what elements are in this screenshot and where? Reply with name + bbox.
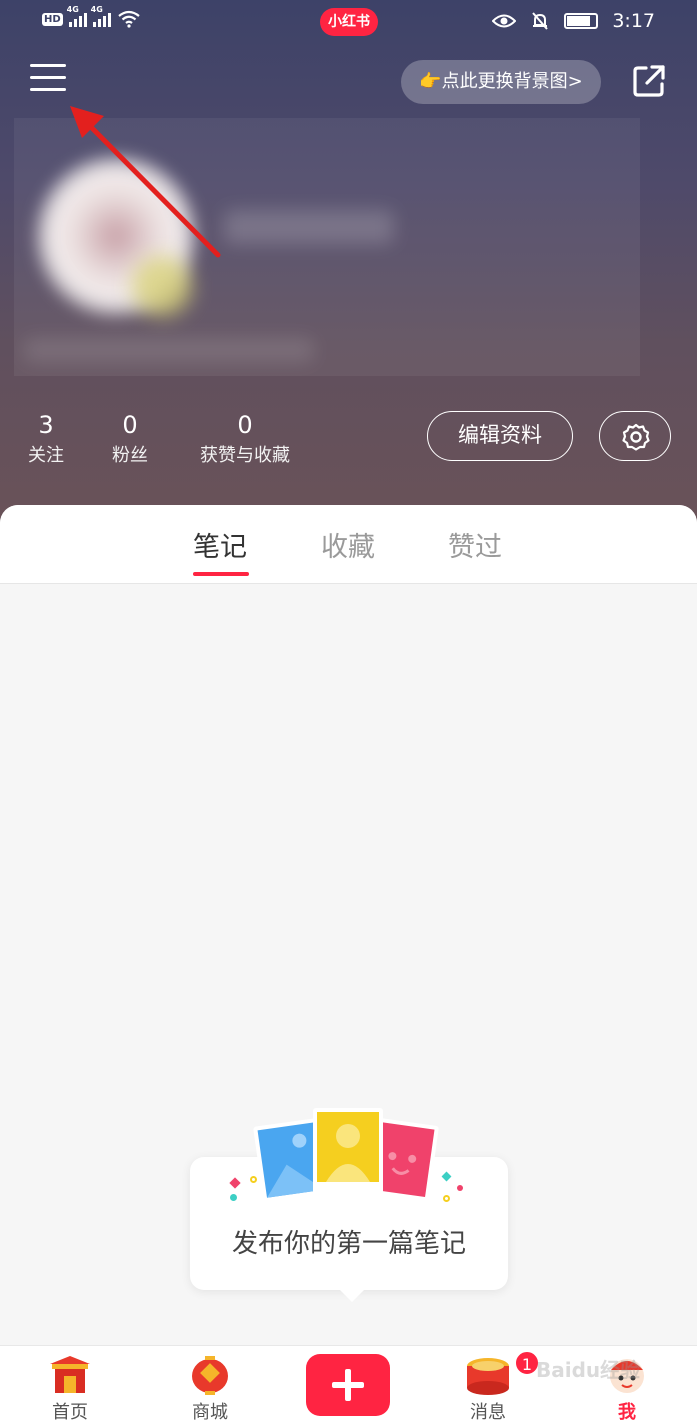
profile-header: HD 4G 4G 小红书 3:17 👉点此更换背景图> 3 关注 0 粉丝 0 … [0,0,697,530]
signal-icon-2: 4G [91,5,111,27]
nav-mall[interactable]: 商城 [160,1346,260,1424]
edit-profile-button[interactable]: 编辑资料 [427,411,573,461]
change-background-button[interactable]: 👉点此更换背景图> [401,60,601,104]
stat-likes-collects[interactable]: 0 获赞与收藏 [196,408,294,470]
status-bar: HD 4G 4G 小红书 3:17 [0,0,697,44]
nav-me-label: 我 [618,1402,636,1423]
temple-gate-icon [50,1356,90,1393]
confetti-icon [230,1194,237,1201]
photo-cards-illustration-icon [253,1108,439,1206]
avatar-badge [132,256,192,316]
settings-button[interactable] [599,411,671,461]
username-blurred [224,210,394,244]
bio-blurred [24,338,314,362]
status-right: 3:17 [492,10,655,32]
wifi-icon [117,10,140,28]
bell-muted-icon [532,12,549,30]
drum-icon [467,1358,509,1395]
empty-state-text: 发布你的第一篇笔记 [231,1229,466,1259]
app-indicator: 小红书 [320,8,378,36]
nav-home-label: 首页 [52,1402,88,1423]
bottom-navigation: 首页 商城 消息 1 我 Baidu经验 [0,1345,697,1424]
tab-bar: 笔记 收藏 赞过 [0,505,697,584]
nav-mall-label: 商城 [192,1402,228,1423]
confetti-icon [457,1185,463,1191]
tab-liked[interactable]: 赞过 [448,525,502,564]
nav-home[interactable]: 首页 [20,1346,120,1424]
status-left: HD 4G 4G [42,5,141,28]
network-type: 4G [66,5,79,14]
confetti-icon [443,1195,450,1202]
followers-count: 0 [122,411,138,439]
nav-messages-label: 消息 [470,1402,506,1423]
followers-label: 粉丝 [112,445,148,466]
active-tab-indicator [193,572,249,576]
likes-label: 获赞与收藏 [200,445,290,466]
menu-icon[interactable] [30,64,66,98]
publish-plus-button[interactable] [306,1354,390,1416]
gear-icon [622,423,650,451]
lantern-icon [192,1356,228,1395]
following-label: 关注 [28,445,64,466]
notes-panel: 笔记 收藏 赞过 发布你的第一篇笔记 [0,505,697,1345]
network-type-2: 4G [90,5,103,14]
tab-collections[interactable]: 收藏 [321,525,375,564]
blurred-profile-info [14,118,640,376]
confetti-icon [250,1176,257,1183]
eye-icon [492,14,517,28]
watermark-text: Baidu经验 [536,1358,641,1382]
stat-following[interactable]: 3 关注 [26,408,66,470]
tab-notes[interactable]: 笔记 [193,525,247,564]
battery-icon [564,13,599,29]
following-count: 3 [38,411,54,439]
hd-badge: HD [42,12,63,26]
likes-count: 0 [237,411,253,439]
share-icon[interactable] [632,64,666,98]
signal-icon: 4G [67,5,87,27]
stat-followers[interactable]: 0 粉丝 [110,408,150,470]
status-time: 3:17 [612,10,655,32]
